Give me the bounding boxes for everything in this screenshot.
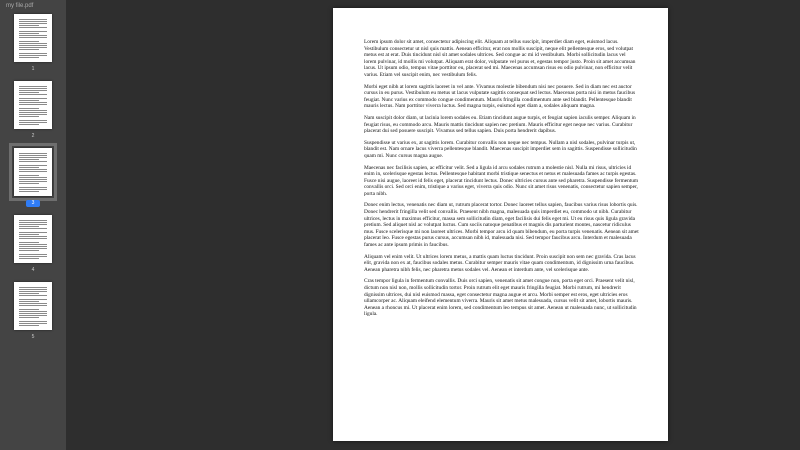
- thumbnail-preview: [19, 19, 47, 58]
- page-thumbnail[interactable]: [14, 14, 52, 62]
- thumbnail-sidebar: my file.pdf 1 2 3 4 5: [0, 0, 67, 450]
- paragraph: Cras tempor ligula in fermentum convalli…: [364, 278, 637, 318]
- thumbnail-preview: [19, 287, 47, 326]
- page-thumbnail[interactable]: [14, 282, 52, 330]
- paragraph: Morbi eget nibh at lorem sagittis laoree…: [364, 83, 636, 110]
- paragraph: Suspendisse ut varius ex, at sagittis lo…: [364, 139, 637, 159]
- page-number-label: 1: [31, 66, 35, 72]
- paragraph: Lorem ipsum dolor sit amet, consectetur …: [364, 39, 636, 78]
- thumbnail-preview: [19, 153, 47, 192]
- page-thumbnail[interactable]: [9, 143, 57, 201]
- page-number-label: 4: [31, 267, 35, 273]
- pdf-page: Lorem ipsum dolor sit amet, consectetur …: [333, 8, 668, 441]
- paragraph: Nam suscipit dolor diam, ut lacinia lore…: [364, 114, 636, 135]
- paragraph: Donec enim lectus, venenatis nec diam ut…: [364, 202, 639, 249]
- page-thumbnail[interactable]: [14, 215, 52, 263]
- thumbnail-preview: [19, 86, 47, 125]
- paragraph: Maecenas nec facilisis sapien, ac effici…: [364, 164, 639, 197]
- page-number-label: 2: [31, 133, 35, 139]
- document-viewer[interactable]: Lorem ipsum dolor sit amet, consectetur …: [67, 0, 800, 450]
- document-title: my file.pdf: [6, 3, 34, 9]
- paragraph: Aliquam vel enim velit. Ut ultrices lore…: [364, 253, 636, 273]
- page-text: Lorem ipsum dolor sit amet, consectetur …: [364, 39, 639, 323]
- thumbnail-preview: [19, 220, 47, 259]
- page-number-label: 5: [31, 334, 35, 340]
- page-thumbnail[interactable]: [14, 81, 52, 129]
- page-number-label: 3: [26, 200, 40, 207]
